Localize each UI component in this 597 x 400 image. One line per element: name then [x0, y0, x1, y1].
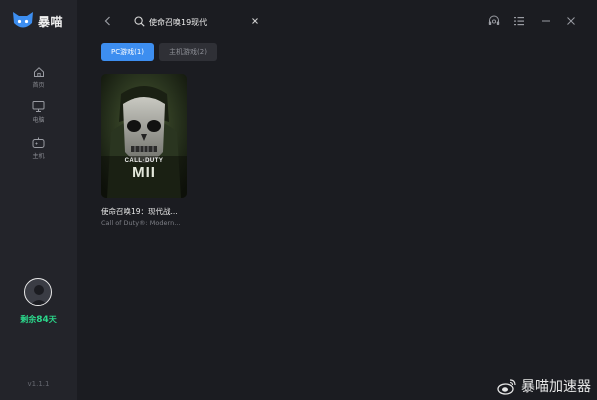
- avatar[interactable]: [24, 278, 52, 306]
- headset-support-icon[interactable]: [487, 14, 501, 28]
- menu-list-icon[interactable]: [513, 14, 525, 28]
- app-name: 暴喵: [38, 14, 64, 29]
- weibo-logo-icon: [497, 378, 516, 395]
- tab-console-games[interactable]: 主机游戏(2): [159, 43, 217, 61]
- watermark: 暴喵加速器: [497, 376, 591, 396]
- tab-pc-games[interactable]: PC游戏(1): [101, 43, 155, 61]
- cat-logo-icon: [13, 12, 33, 28]
- sidebar-item-console[interactable]: 主机: [0, 137, 77, 160]
- remaining-prefix: 剩余: [20, 315, 37, 324]
- remaining-days: 剩余84天: [0, 314, 77, 325]
- remaining-suffix: 天: [48, 315, 57, 324]
- game-card[interactable]: CALL·DUTY MII 使命召唤19：现代战... Call of Duty…: [101, 74, 187, 227]
- home-icon: [33, 67, 44, 77]
- minimize-icon[interactable]: [540, 14, 552, 28]
- remaining-count: 84: [36, 315, 49, 325]
- platform-tabs: PC游戏(1) 主机游戏(2): [101, 43, 217, 61]
- sidebar-item-home[interactable]: 首页: [0, 66, 77, 89]
- sidebar-item-label: 首页: [32, 82, 45, 89]
- sidebar-item-label: 主机: [32, 153, 45, 160]
- back-arrow-icon[interactable]: [101, 14, 115, 28]
- search-input[interactable]: [149, 13, 249, 31]
- user-avatar-icon: [30, 285, 48, 305]
- watermark-text: 暴喵加速器: [521, 379, 591, 395]
- search-box[interactable]: [130, 13, 265, 31]
- close-icon[interactable]: [565, 14, 577, 28]
- cover-title-line2: MII: [132, 164, 156, 181]
- sidebar: 暴喵 首页 电脑 主机 剩余84天 v1.1.1: [0, 0, 77, 400]
- monitor-icon: [32, 101, 45, 112]
- app-logo[interactable]: 暴喵: [12, 11, 63, 31]
- top-bar: [77, 0, 597, 42]
- game-subtitle: Call of Duty®: Modern...: [101, 219, 181, 227]
- search-icon: [134, 16, 145, 27]
- clear-search-icon[interactable]: [250, 16, 260, 26]
- app-version: v1.1.1: [27, 380, 50, 388]
- sidebar-item-label: 电脑: [32, 117, 45, 124]
- sidebar-item-pc[interactable]: 电脑: [0, 100, 77, 124]
- game-title: 使命召唤19：现代战...: [101, 207, 178, 216]
- gamepad-icon: [32, 137, 45, 148]
- game-cover-image: CALL·DUTY MII: [101, 74, 187, 198]
